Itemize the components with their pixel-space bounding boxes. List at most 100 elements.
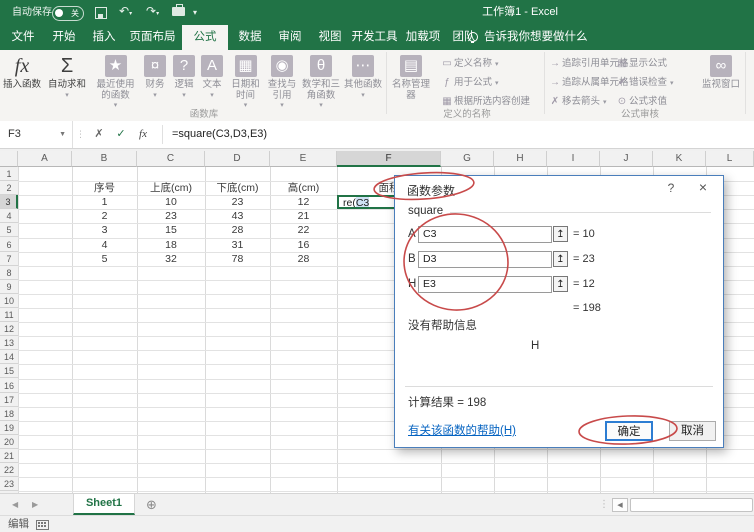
dialog-close-icon[interactable]: × (695, 179, 711, 195)
column-header-C[interactable]: C (137, 151, 205, 167)
row-header-11[interactable]: 11 (0, 308, 18, 323)
ribbon-button-math-trig[interactable]: θ 数学和三角函数 ▾ (301, 53, 341, 115)
ribbon-tab-3[interactable]: 插入 (86, 25, 122, 50)
column-header-L[interactable]: L (706, 151, 754, 167)
sheet-tab-sheet1[interactable]: Sheet1 (73, 494, 135, 515)
row-header-16[interactable]: 16 (0, 378, 18, 393)
ribbon-button-calculation[interactable]: ▦计 (749, 53, 754, 115)
column-header-B[interactable]: B (72, 151, 137, 167)
row-header-20[interactable]: 20 (0, 434, 18, 449)
cell-B6[interactable]: 4 (72, 238, 137, 252)
qat-dropdown-icon[interactable]: ▾ (193, 5, 197, 20)
row-header-5[interactable]: 5 (0, 223, 18, 238)
save-icon[interactable] (95, 7, 107, 19)
ok-button[interactable]: 确定 (605, 421, 653, 441)
new-sheet-icon[interactable]: ⊕ (146, 494, 157, 516)
dialog-help-icon[interactable]: ? (663, 181, 679, 195)
row-header-23[interactable]: 23 (0, 477, 18, 492)
argument-input[interactable]: C3 (418, 226, 552, 243)
ribbon-tab-6[interactable]: 数据 (232, 25, 268, 50)
tab-scroll-splitter[interactable]: ⋮ (599, 494, 609, 516)
autosave-toggle[interactable]: 关 (52, 6, 84, 21)
cell-E7[interactable]: 28 (270, 252, 337, 266)
ribbon-button-define-name[interactable]: ▭ 定义名称 ▾ (440, 55, 544, 73)
ribbon-tab-10[interactable]: 加载项 (401, 25, 445, 50)
row-header-12[interactable]: 12 (0, 322, 18, 337)
ribbon-button-recent-functions[interactable]: ★ 最近使用的函数 ▾ (92, 53, 139, 115)
ribbon-tab-1[interactable]: 文件 (4, 25, 42, 50)
row-header-14[interactable]: 14 (0, 350, 18, 365)
row-header-19[interactable]: 19 (0, 420, 18, 435)
ribbon-button-insert-function[interactable]: fx 插入函数 (2, 53, 42, 115)
row-header-6[interactable]: 6 (0, 237, 18, 252)
insert-function-fx-icon[interactable]: fx (134, 121, 152, 148)
row-header-13[interactable]: 13 (0, 336, 18, 351)
argument-input[interactable]: E3 (418, 276, 552, 293)
column-header-G[interactable]: G (441, 151, 494, 167)
ribbon-tab-7[interactable]: 审阅 (272, 25, 308, 50)
cell-D3[interactable]: 23 (205, 195, 270, 209)
enter-entry-icon[interactable]: ✓ (112, 121, 130, 148)
cancel-button[interactable]: 取消 (669, 421, 716, 441)
cell-D5[interactable]: 28 (205, 223, 270, 237)
cell-C4[interactable]: 23 (137, 209, 205, 223)
ribbon-button-more-functions[interactable]: ⋯ 其他函数 ▾ (342, 53, 384, 115)
cell-E3[interactable]: 12 (270, 195, 337, 209)
cell-C3[interactable]: 10 (137, 195, 205, 209)
cell-B4[interactable]: 2 (72, 209, 137, 223)
row-header-21[interactable]: 21 (0, 449, 18, 464)
name-box[interactable]: F3 ▼ (0, 121, 73, 148)
ribbon-tab-8[interactable]: 视图 (312, 25, 348, 50)
cell-B7[interactable]: 5 (72, 252, 137, 266)
cell-B5[interactable]: 3 (72, 223, 137, 237)
row-header-15[interactable]: 15 (0, 364, 18, 379)
ribbon-button-lookup-reference[interactable]: ◉ 查找与引用 ▾ (264, 53, 300, 115)
row-header-7[interactable]: 7 (0, 251, 18, 266)
cell-B3[interactable]: 1 (72, 195, 137, 209)
macro-record-icon[interactable] (36, 520, 49, 530)
cell-C5[interactable]: 15 (137, 223, 205, 237)
row-header-2[interactable]: 2 (0, 181, 18, 196)
ribbon-tab-2[interactable]: 开始 (46, 25, 82, 50)
column-header-I[interactable]: I (547, 151, 600, 167)
row-header-9[interactable]: 9 (0, 279, 18, 294)
collapse-dialog-icon[interactable]: ↥ (553, 251, 568, 267)
select-all-corner[interactable] (0, 151, 18, 167)
row-header-24[interactable]: 24 (0, 491, 18, 493)
hscroll-left-arrow-icon[interactable]: ◀ (612, 498, 628, 512)
sheet-nav-right-icon[interactable]: ▶ (32, 494, 38, 516)
briefcase-icon[interactable] (172, 4, 185, 16)
row-header-8[interactable]: 8 (0, 265, 18, 280)
redo-icon[interactable]: ↷▾ (146, 4, 159, 22)
cell-E5[interactable]: 22 (270, 223, 337, 237)
ribbon-tab-9[interactable]: 开发工具 (351, 25, 398, 50)
cell-C2[interactable]: 上底(cm) (137, 181, 205, 195)
ribbon-tab-11[interactable]: 团队 (446, 25, 482, 50)
row-header-1[interactable]: 1 (0, 167, 18, 182)
ribbon-button-autosum[interactable]: Σ 自动求和 ▾ (44, 53, 90, 115)
function-help-link[interactable]: 有关该函数的帮助(H) (408, 422, 516, 438)
cell-B2[interactable]: 序号 (72, 181, 137, 195)
row-header-22[interactable]: 22 (0, 463, 18, 478)
ribbon-button-use-in-formula[interactable]: ƒ 用于公式 ▾ (440, 74, 544, 92)
column-header-H[interactable]: H (494, 151, 547, 167)
column-header-E[interactable]: E (270, 151, 337, 167)
column-header-K[interactable]: K (653, 151, 706, 167)
ribbon-tab-5[interactable]: 公式 (182, 25, 228, 50)
collapse-dialog-icon[interactable]: ↥ (553, 226, 568, 242)
row-header-4[interactable]: 4 (0, 209, 18, 224)
ribbon-button-error-checking[interactable]: ✔ 错误检查 ▾ (615, 74, 693, 92)
cancel-entry-icon[interactable]: ✗ (90, 121, 108, 148)
argument-input[interactable]: D3 (418, 251, 552, 268)
undo-icon[interactable]: ↶▾ (119, 4, 132, 22)
tell-me-box[interactable]: 告诉我你想要做什么 (484, 25, 588, 50)
name-box-dropdown-icon[interactable]: ▼ (59, 121, 66, 148)
cell-D7[interactable]: 78 (205, 252, 270, 266)
cell-D6[interactable]: 31 (205, 238, 270, 252)
formula-bar-splitter[interactable]: ⋮ (76, 121, 85, 148)
hscroll-thumb[interactable] (630, 498, 753, 512)
cell-D2[interactable]: 下底(cm) (205, 181, 270, 195)
cell-E2[interactable]: 高(cm) (270, 181, 337, 195)
row-header-17[interactable]: 17 (0, 392, 18, 407)
collapse-dialog-icon[interactable]: ↥ (553, 276, 568, 292)
